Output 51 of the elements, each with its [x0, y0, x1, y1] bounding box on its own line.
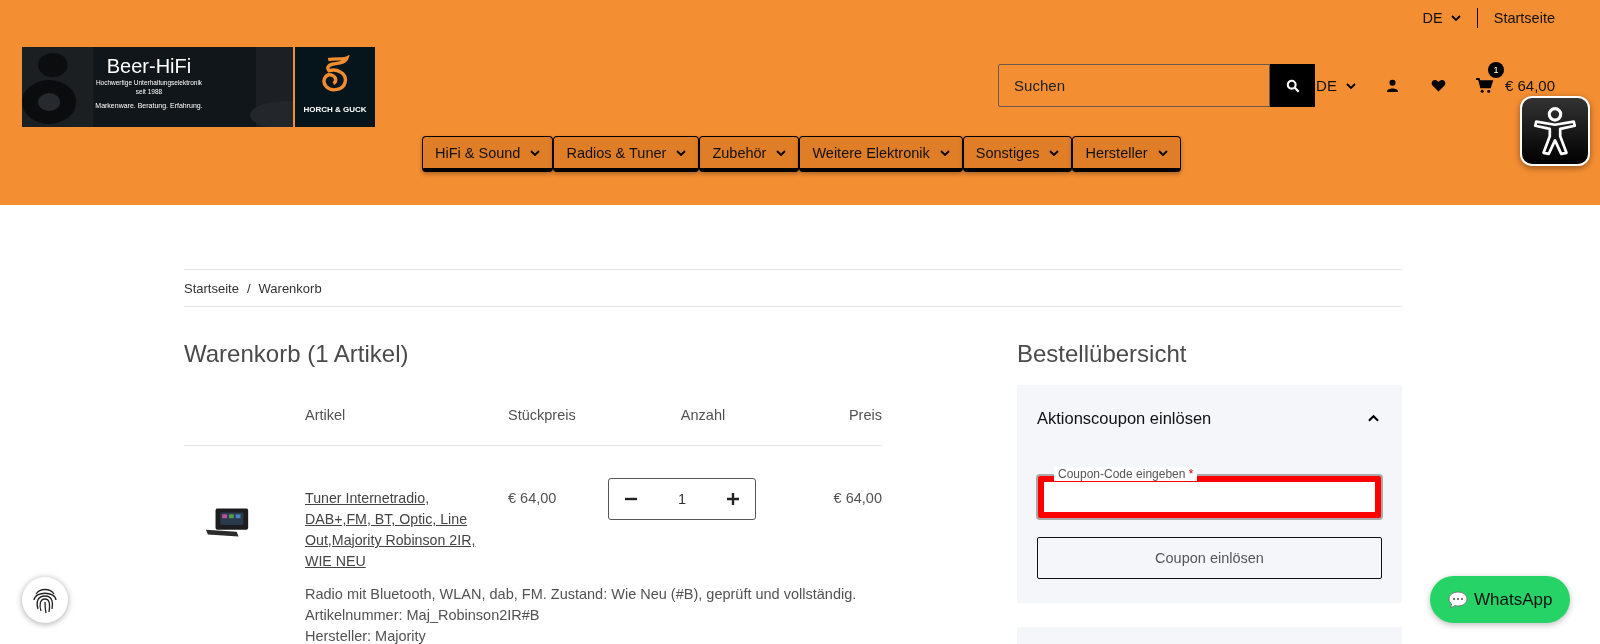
line-total: € 64,00	[832, 489, 882, 506]
product-link[interactable]: Tuner Internetradio, DAB+,FM, BT, Optic, Line Out,Majority Robinson 2IR, WIE NEU	[305, 478, 485, 572]
product-detail: Hersteller: Majority	[305, 627, 427, 644]
chevron-down-icon	[939, 149, 950, 156]
product-detail: Artikelnummer: Maj_Robinson2IR#B	[305, 606, 541, 625]
whatsapp-button[interactable]: WhatsApp	[1430, 576, 1571, 623]
cart-total[interactable]: € 64,00	[1504, 77, 1555, 94]
column-header: Preis	[847, 407, 882, 423]
speech-bubble-icon	[1448, 590, 1468, 609]
search-field[interactable]: Suchen	[998, 64, 1271, 107]
redeem-coupon-button[interactable]: Coupon einlösen	[1037, 537, 1382, 579]
nav-menu-button[interactable]: Radios & Tuner	[553, 136, 700, 172]
column-header: Anzahl	[679, 407, 727, 423]
fingerprint-button[interactable]	[22, 577, 68, 623]
cart-icon[interactable]	[1475, 78, 1493, 93]
heart-icon[interactable]	[1430, 79, 1446, 92]
nav-menu-button[interactable]: HiFi & Sound	[422, 136, 554, 172]
chevron-down-icon	[1345, 82, 1356, 89]
column-header: Artikel	[305, 407, 347, 423]
language-selector[interactable]: DE	[1316, 77, 1356, 94]
cart-heading: Warenkorb (1 Artikel)	[184, 339, 410, 369]
product-detail: Radio mit Bluetooth, WLAN, dab, FM. Zustand: Wie Neu (#B), geprüft und vollständig.	[305, 585, 858, 604]
user-icon[interactable]	[1385, 79, 1399, 92]
language-selector[interactable]: DE	[1422, 10, 1461, 26]
accessibility-button[interactable]	[1520, 96, 1590, 166]
nav-menu-button[interactable]: Hersteller	[1072, 136, 1181, 172]
column-header: Stückpreis	[508, 407, 577, 423]
nav-menu-button[interactable]: Zubehör	[699, 136, 800, 172]
chevron-down-icon	[676, 149, 687, 156]
breadcrumb-link[interactable]: Startseite	[184, 280, 239, 296]
summary-heading: Bestellübersicht	[1017, 339, 1188, 369]
nav-menu-button[interactable]: Weitere Elektronik	[799, 136, 963, 172]
coupon-toggle[interactable]: Aktionscoupon einlösen	[1037, 385, 1382, 451]
logo-brand: HORCH & GUCK	[303, 105, 367, 114]
breadcrumb-separator: /	[246, 280, 251, 296]
unit-price: € 64,00	[508, 489, 558, 506]
quantity-field[interactable]: 1	[677, 491, 687, 507]
home-link[interactable]: Startseite	[1493, 10, 1555, 26]
field-label: Coupon-Code eingeben *	[1054, 467, 1198, 481]
breadcrumb-link[interactable]: Warenkorb	[258, 280, 322, 296]
chevron-down-icon	[1450, 15, 1461, 21]
chevron-down-icon	[1049, 149, 1060, 156]
cart-count-badge: 1	[1487, 62, 1504, 78]
plus-icon	[727, 493, 739, 505]
nav-menu-button[interactable]: Sonstiges	[962, 136, 1073, 172]
chevron-down-icon	[530, 149, 541, 156]
search-button[interactable]	[1270, 64, 1316, 107]
chevron-down-icon	[776, 149, 787, 156]
logo-title: Beer-HiFi	[106, 54, 192, 78]
chevron-down-icon	[1157, 149, 1168, 156]
search-icon	[1285, 78, 1300, 93]
